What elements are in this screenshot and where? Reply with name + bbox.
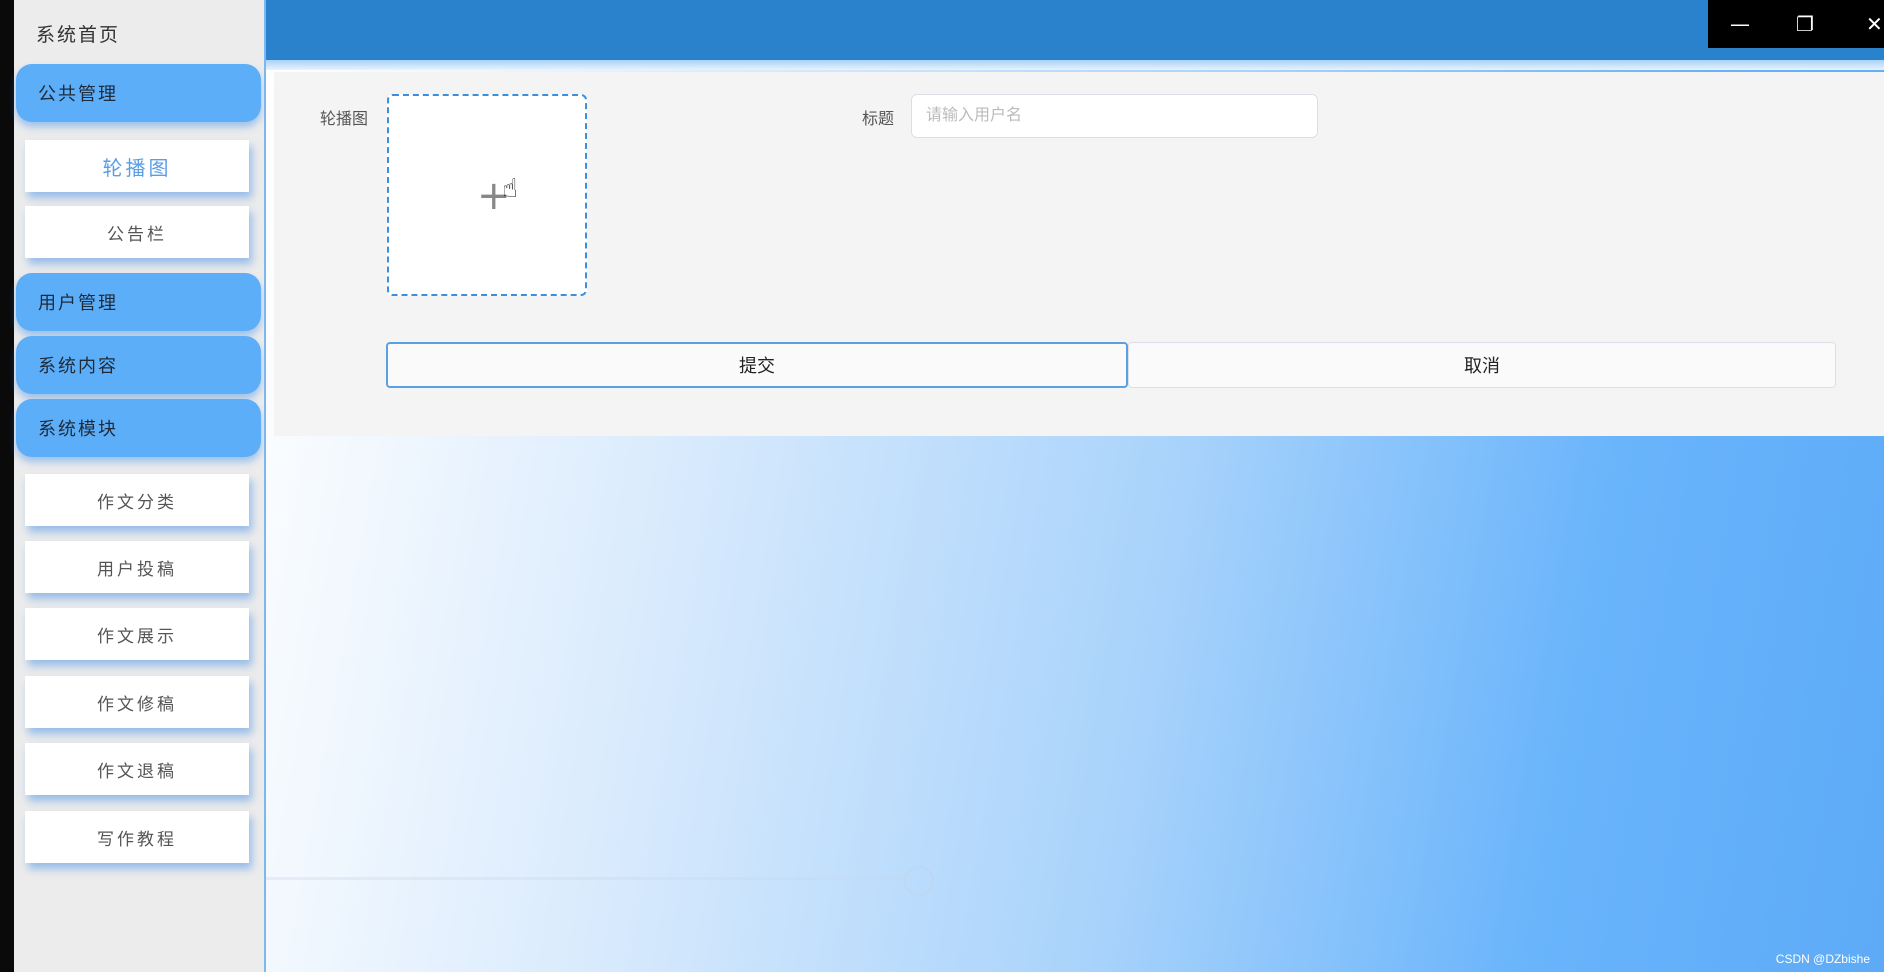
sidebar-home-link[interactable]: 系统首页 [36,20,120,47]
video-progress-track [266,877,916,880]
left-screen-strip [0,0,14,972]
restore-icon[interactable]: ❐ [1796,12,1814,36]
sidebar-group-user[interactable]: 用户管理 [16,273,261,331]
sidebar-item-essay-category[interactable]: 作文分类 [25,474,249,526]
sidebar-group-public[interactable]: 公共管理 [16,64,261,122]
hand-cursor-icon: ☝ [502,174,518,204]
minimize-icon[interactable]: — [1730,12,1750,36]
sidebar: 系统首页 公共管理 轮播图 公告栏 用户管理 系统内容 系统模块 作文分类 用户… [14,0,264,972]
sidebar-item-writing-tutorial[interactable]: 写作教程 [25,811,249,863]
sidebar-item-user-submission[interactable]: 用户投稿 [25,541,249,593]
sidebar-group-content[interactable]: 系统内容 [16,336,261,394]
watermark: CSDN @DZbishe [1775,952,1870,966]
video-progress-knob [904,866,934,896]
window-controls: — ❐ ✕ [1708,0,1884,48]
title-label: 标题 [862,109,895,128]
sidebar-item-essay-revision[interactable]: 作文修稿 [25,676,249,728]
header-underline [266,60,1884,70]
close-icon[interactable]: ✕ [1866,12,1883,36]
sidebar-item-essay-display[interactable]: 作文展示 [25,608,249,660]
cancel-button[interactable]: 取消 [1128,342,1836,388]
sidebar-item-essay-rejection[interactable]: 作文退稿 [25,743,249,795]
image-upload-box[interactable]: + ☝ [387,94,587,296]
sidebar-group-module[interactable]: 系统模块 [16,399,261,457]
carousel-image-label: 轮播图 [320,109,369,128]
title-input[interactable] [911,94,1318,138]
top-header [266,0,1884,60]
sidebar-item-carousel[interactable]: 轮播图 [25,140,249,192]
submit-button[interactable]: 提交 [386,342,1128,388]
sidebar-item-notice[interactable]: 公告栏 [25,206,249,258]
